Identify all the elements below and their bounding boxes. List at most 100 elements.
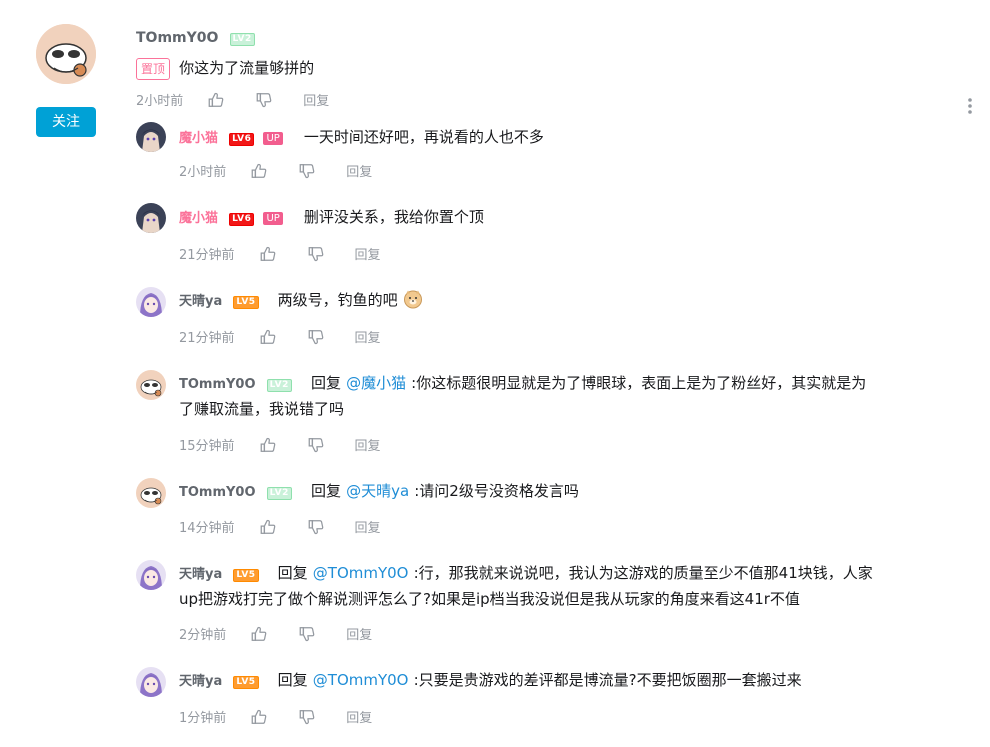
level-badge: LV2 [229,33,255,46]
comment-text: 两级号，钓鱼的吧 [277,291,398,309]
dislike-button[interactable] [307,328,325,346]
root-header: TOmmY0O LV2 [136,27,255,46]
reply-prefix: 回复 [277,564,308,582]
up-badge: UP [263,132,283,145]
comment-time: 2小时前 [179,165,227,180]
reply-content: 魔小猫 LV6 UP 一天时间还好吧，再说看的人也不多 [179,124,544,150]
dislike-button[interactable] [298,708,316,726]
avatar-image [36,24,96,84]
thumb-down-icon [307,518,325,536]
reply-prefix: 回复 [310,374,341,392]
root-content: 置顶 你这为了流量够拼的 [136,55,314,81]
level-badge: LV6 [229,213,255,226]
comment-time: 21分钟前 [179,331,235,346]
avatar-image [136,122,166,152]
thumb-down-icon [307,245,325,263]
mention-link[interactable]: @魔小猫 [346,374,406,392]
reply-meta: 21分钟前 回复 [179,327,381,346]
mention-link[interactable]: @天晴ya [346,482,409,500]
reply-meta: 15分钟前 回复 [179,435,381,454]
like-button[interactable] [259,245,277,263]
avatar[interactable] [36,24,96,84]
avatar-image [136,287,166,317]
thumb-down-icon [255,91,273,109]
thumb-up-icon [207,91,225,109]
like-button[interactable] [250,708,268,726]
comment-text: 一天时间还好吧，再说看的人也不多 [303,128,544,146]
username[interactable]: 魔小猫 [179,131,218,146]
like-button[interactable] [259,328,277,346]
username[interactable]: 天晴ya [179,294,222,309]
reply-button[interactable]: 回复 [303,90,329,109]
like-button[interactable] [250,625,268,643]
reply-button[interactable]: 回复 [346,161,372,180]
dislike-button[interactable] [255,91,273,109]
username[interactable]: TOmmY0O [179,485,256,500]
comment-text: 你这为了流量够拼的 [179,59,315,77]
comment-time: 21分钟前 [179,248,235,263]
comment-text: :只要是贵游戏的差评都是博流量?不要把饭圈那一套搬过来 [413,671,802,689]
root-meta: 2小时前 回复 [136,90,329,109]
username[interactable]: TOmmY0O [136,30,218,46]
avatar[interactable] [136,560,166,590]
level-badge: LV6 [229,133,255,146]
level-badge: LV5 [233,676,259,689]
avatar[interactable] [136,203,166,233]
like-button[interactable] [259,436,277,454]
avatar-image [136,667,166,697]
reply-content: TOmmY0O LV2 回复 @天晴ya :请问2级号没资格发言吗 [179,478,579,504]
comment-time: 2分钟前 [179,628,227,643]
thumb-up-icon [259,245,277,263]
thumb-up-icon [259,328,277,346]
dislike-button[interactable] [307,436,325,454]
avatar[interactable] [136,667,166,697]
dislike-button[interactable] [307,245,325,263]
like-button[interactable] [207,91,225,109]
username[interactable]: 天晴ya [179,674,222,689]
doge-emoji-icon [403,289,423,309]
reply-button[interactable]: 回复 [355,327,381,346]
comment-text-cont: up把游戏打完了做个解说测评怎么了?如果是ip档当我没说但是我从玩家的角度来看这… [179,590,800,608]
more-vertical-icon [968,98,972,114]
like-button[interactable] [259,518,277,536]
reply-button[interactable]: 回复 [355,244,381,263]
dislike-button[interactable] [298,625,316,643]
avatar[interactable] [136,122,166,152]
avatar[interactable] [136,287,166,317]
like-button[interactable] [250,162,268,180]
avatar[interactable] [136,370,166,400]
mention-link[interactable]: @TOmmY0O [313,564,409,582]
reply-meta: 2分钟前 回复 [179,624,372,643]
comment-time: 15分钟前 [179,439,235,454]
reply-button[interactable]: 回复 [355,435,381,454]
reply-meta: 21分钟前 回复 [179,244,381,263]
more-menu-button[interactable] [966,96,974,116]
dislike-button[interactable] [307,518,325,536]
up-badge: UP [263,212,283,225]
comment-text: :行，那我就来说说吧，我认为这游戏的质量至少不值那41块钱，人家 [413,564,873,582]
username[interactable]: 天晴ya [179,567,222,582]
thumb-down-icon [298,708,316,726]
reply-button[interactable]: 回复 [355,517,381,536]
reply-button[interactable]: 回复 [346,624,372,643]
dislike-button[interactable] [298,162,316,180]
level-badge: LV5 [233,296,259,309]
reply-content: 天晴ya LV5 回复 @TOmmY0O :只要是贵游戏的差评都是博流量?不要把… [179,667,802,693]
username[interactable]: TOmmY0O [179,377,256,392]
reply-meta: 2小时前 回复 [179,161,372,180]
reply-content: 天晴ya LV5 两级号，钓鱼的吧 [179,287,423,313]
level-badge: LV2 [266,487,292,500]
avatar-image [136,478,166,508]
comment-text: :你这标题很明显就是为了博眼球，表面上是为了粉丝好，其实就是为 [411,374,867,392]
avatar-image [136,370,166,400]
avatar-image [136,203,166,233]
pin-tag: 置顶 [136,58,171,80]
follow-button[interactable]: 关注 [36,107,96,137]
thumb-down-icon [307,328,325,346]
reply-content: TOmmY0O LV2 回复 @魔小猫 :你这标题很明显就是为了博眼球，表面上是… [179,370,979,422]
thumb-up-icon [259,518,277,536]
mention-link[interactable]: @TOmmY0O [313,671,409,689]
username[interactable]: 魔小猫 [179,211,218,226]
reply-button[interactable]: 回复 [346,707,372,726]
avatar[interactable] [136,478,166,508]
